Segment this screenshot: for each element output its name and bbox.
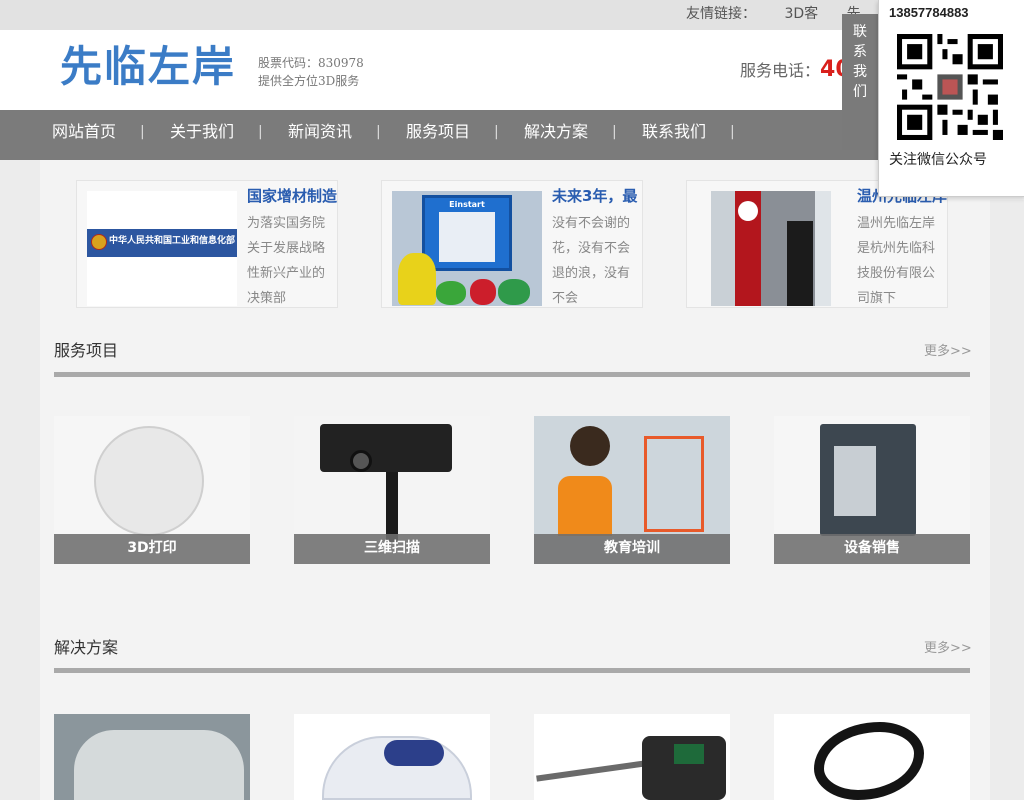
news-desc: 温州先临左岸是杭州先临科技股份有限公司旗下 [857, 216, 936, 306]
friend-links-label: 友情链接： [686, 6, 756, 22]
friend-link[interactable]: 3D客 [784, 6, 818, 22]
section-divider [54, 668, 970, 673]
nav-separator: | [494, 124, 499, 140]
contact-phone: 13857784883 [889, 5, 969, 20]
news-image-miit[interactable]: 中华人民共和国工业和信息化部 [87, 191, 237, 306]
service-caption[interactable]: 设备销售 [774, 534, 970, 564]
emblem-icon [91, 234, 107, 250]
printer-window [834, 446, 876, 516]
solution-item[interactable] [54, 714, 250, 800]
news-title[interactable]: 国家增材制造 [247, 185, 337, 206]
service-item[interactable]: 三维扫描 [294, 416, 490, 564]
tripod [386, 472, 398, 542]
wechat-qr-code [897, 34, 1003, 140]
phone-label: 服务电话： [740, 61, 821, 80]
store-window [815, 191, 831, 306]
child-figure [570, 426, 610, 466]
printed-sphere [94, 426, 204, 536]
banner-text: 中华人民共和国工业和信息化部 [109, 236, 236, 246]
printed-figure-green [498, 279, 530, 305]
drill-bit [536, 760, 646, 782]
industrial-printer [820, 424, 916, 536]
service-caption[interactable]: 三维扫描 [294, 534, 490, 564]
news-desc: 为落实国务院关于发展战略性新兴产业的决策部 [247, 216, 326, 306]
news-card[interactable]: 中华人民共和国工业和信息化部 国家增材制造 为落实国务院关于发展战略性新兴产业的… [76, 180, 338, 308]
solutions-more-link[interactable]: 更多>> [924, 637, 972, 656]
solution-item[interactable] [774, 714, 970, 800]
news-card[interactable]: Einstart 未来3年，最 没有不会谢的花，没有不会退的浪，没有不会 [381, 180, 643, 308]
child-body [558, 476, 612, 536]
contact-tab-char: 我 [853, 64, 867, 80]
printed-figure-green [436, 281, 466, 305]
printer-brand: Einstart [449, 200, 485, 209]
background-pattern [990, 200, 1024, 800]
logo-subtext: 股票代码：830978 提供全方位3D服务 [258, 54, 364, 90]
nav-separator: | [730, 124, 735, 140]
scanner-lens [350, 450, 372, 472]
solution-item[interactable] [534, 714, 730, 800]
section-divider [54, 372, 970, 377]
contact-us-tab[interactable]: 联 系 我 们 [842, 14, 878, 150]
follow-wechat-text: 关注微信公众号 [889, 152, 987, 168]
nav-item-news[interactable]: 新闻资讯 [288, 110, 352, 160]
service-caption[interactable]: 3D打印 [54, 534, 250, 564]
service-caption[interactable]: 教育培训 [534, 534, 730, 564]
news-title[interactable]: 未来3年，最 [552, 185, 637, 206]
nav-item-home[interactable]: 网站首页 [52, 110, 116, 160]
nav-item-services[interactable]: 服务项目 [406, 110, 470, 160]
background-pattern [0, 160, 40, 800]
service-phone: 服务电话：40 [740, 57, 851, 82]
nav-separator: | [376, 124, 381, 140]
nav-separator: | [258, 124, 263, 140]
solutions-section-title: 解决方案 [54, 638, 119, 657]
news-card[interactable]: 温州先临左岸 温州先临左岸是杭州先临科技股份有限公司旗下 [686, 180, 948, 308]
contact-tab-char: 系 [853, 44, 867, 60]
car-part-model [74, 730, 244, 800]
scanner-head [320, 424, 452, 472]
service-item[interactable]: 教育培训 [534, 416, 730, 564]
nav-item-about[interactable]: 关于我们 [170, 110, 234, 160]
printed-figure-red [470, 279, 496, 305]
nav-separator: | [612, 124, 617, 140]
news-image-store[interactable] [711, 191, 831, 306]
service-item[interactable]: 3D打印 [54, 416, 250, 564]
news-desc: 没有不会谢的花，没有不会退的浪，没有不会 [552, 216, 631, 306]
sculpture [814, 722, 924, 800]
contact-tab-char: 们 [853, 84, 867, 100]
service-item[interactable]: 设备销售 [774, 416, 970, 564]
miit-banner: 中华人民共和国工业和信息化部 [87, 229, 237, 257]
solution-item[interactable] [294, 714, 490, 800]
store-sign [787, 221, 813, 306]
printer-frame: Einstart [422, 195, 512, 271]
slogan: 提供全方位3D服务 [258, 74, 360, 88]
stock-code: 股票代码：830978 [258, 56, 364, 70]
vacuum-stripe [384, 740, 444, 766]
site-logo[interactable]: 先临左岸 [60, 40, 236, 94]
nav-item-solutions[interactable]: 解决方案 [524, 110, 588, 160]
contact-tab-char: 联 [853, 24, 867, 40]
printer-window [439, 212, 495, 262]
printed-figure-yellow [398, 253, 436, 305]
store-wall [711, 191, 735, 306]
news-image-printer[interactable]: Einstart [392, 191, 542, 306]
drill-accent [674, 744, 704, 764]
sign-3d-badge [738, 201, 758, 221]
store-sign [735, 191, 761, 306]
services-section-title: 服务项目 [54, 341, 119, 360]
services-more-link[interactable]: 更多>> [924, 340, 972, 359]
nav-separator: | [140, 124, 145, 140]
nav-item-contact[interactable]: 联系我们 [642, 110, 706, 160]
mini-printer [644, 436, 704, 532]
contact-panel: 13857784883 关注微信公众号 [878, 0, 1024, 197]
